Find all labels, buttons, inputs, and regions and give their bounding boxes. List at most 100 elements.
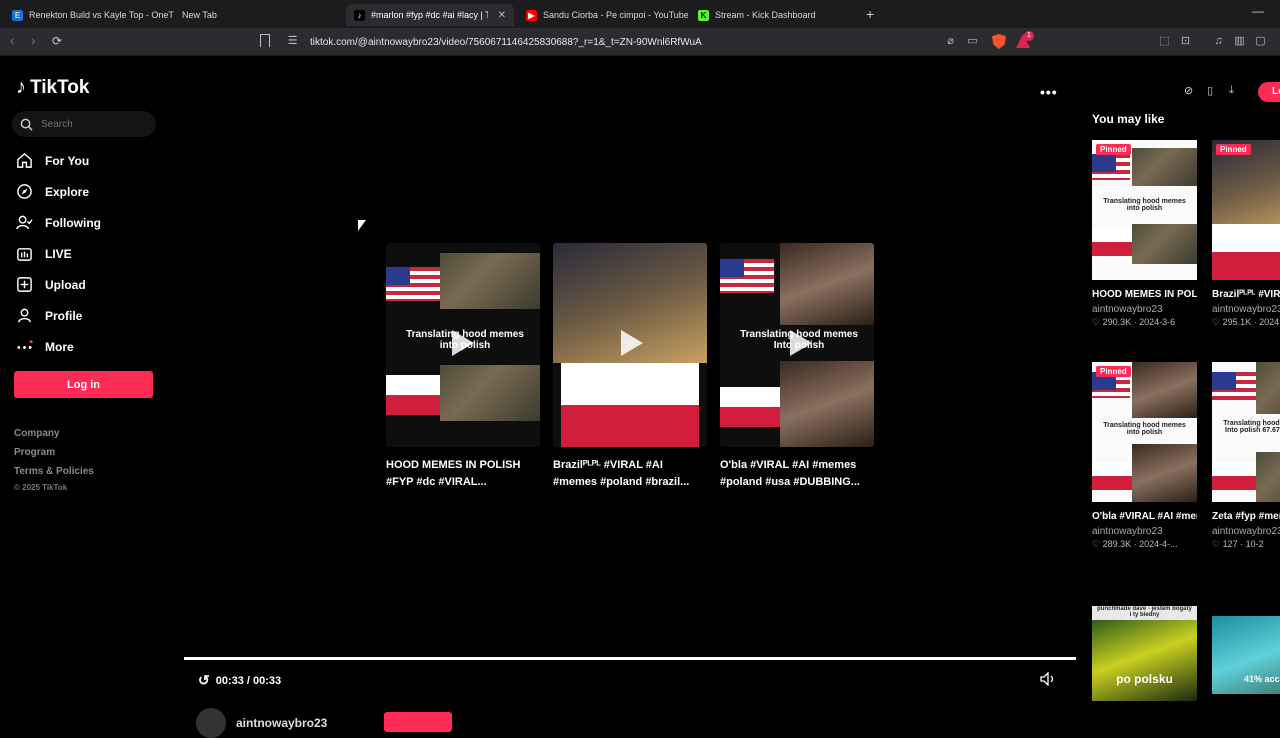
- screen-icon[interactable]: ▭: [966, 35, 979, 48]
- sidebar-item-following[interactable]: Following: [16, 214, 101, 231]
- video-title[interactable]: O'bla #VIRAL #AI #memes #poland...: [1092, 509, 1197, 525]
- sidebar-item-upload[interactable]: Upload: [16, 276, 86, 293]
- thumbnail-top-text: punchmade dave - jestem bogaty i ty bied…: [1097, 606, 1192, 618]
- end-card-video[interactable]: Translating hood memes into polish HOOD …: [386, 243, 540, 491]
- volume-icon[interactable]: [1040, 672, 1056, 686]
- poland-flag-red: [561, 405, 699, 447]
- address-bar[interactable]: ☰ tiktok.com/@aintnowaybro23/video/75606…: [280, 31, 1040, 53]
- card-title[interactable]: HOOD MEMES IN POLISH #FYP #dc #VIRAL...: [386, 457, 540, 491]
- poland-flag-white: [561, 363, 699, 405]
- browser-tab[interactable]: K Stream - Kick Dashboard: [690, 4, 860, 26]
- footer-link-company[interactable]: Company: [14, 428, 60, 439]
- footer-link-program[interactable]: Program: [14, 447, 55, 458]
- suggested-video[interactable]: punchmade dave - jestem bogaty i ty bied…: [1092, 606, 1197, 701]
- screenshot-icon[interactable]: ⊡: [1179, 35, 1192, 48]
- site-settings-icon[interactable]: ☰: [286, 35, 299, 48]
- url-text[interactable]: tiktok.com/@aintnowaybro23/video/7560671…: [310, 37, 702, 48]
- video-thumbnail[interactable]: Translating hood memes Into polish 67.67…: [1212, 362, 1280, 502]
- login-button[interactable]: Lo: [1258, 82, 1280, 102]
- back-arrow-icon[interactable]: ‹: [10, 33, 14, 48]
- card-title[interactable]: O'bla #VIRAL #AI #memes #poland #usa #DU…: [720, 457, 874, 491]
- minimize-icon[interactable]: —: [1252, 4, 1264, 18]
- reload-icon[interactable]: ⟳: [52, 34, 62, 48]
- video-thumbnail[interactable]: [553, 243, 707, 447]
- close-icon[interactable]: ✕: [498, 10, 506, 21]
- suggested-video[interactable]: 41% accu: [1212, 616, 1280, 694]
- video-author[interactable]: aintnowaybro23: [1212, 526, 1280, 537]
- card-title[interactable]: Brazilᴾᴸᴾᴸ #VIRAL #AI #memes #poland #br…: [553, 457, 707, 491]
- video-thumbnail[interactable]: Translating hood memes into polish: [386, 243, 540, 447]
- sidebar-item-for-you[interactable]: For You: [16, 152, 89, 169]
- thumbnail-photo: [1132, 444, 1197, 502]
- video-thumbnail[interactable]: punchmade dave - jestem bogaty i ty bied…: [1092, 606, 1197, 701]
- end-card-video[interactable]: Brazilᴾᴸᴾᴸ #VIRAL #AI #memes #poland #br…: [553, 243, 707, 491]
- video-author[interactable]: aintnowaybro23: [196, 708, 327, 738]
- video-author[interactable]: aintnowaybro23: [1092, 526, 1197, 537]
- bookmark-icon[interactable]: [260, 34, 270, 47]
- extensions-icon[interactable]: ⬚: [1158, 35, 1171, 48]
- sidebar-toggle-icon[interactable]: ▥: [1233, 35, 1246, 48]
- more-options-icon[interactable]: •••: [1040, 84, 1058, 100]
- suggested-video[interactable]: Translating hood memes Into polish 67.67…: [1212, 362, 1280, 550]
- video-title[interactable]: Zeta #fyp #memes #dc #zeta #ai: [1212, 509, 1280, 525]
- thumbnail-photo: [1132, 362, 1197, 418]
- thumbnail-photo: [1092, 620, 1197, 701]
- browser-tab[interactable]: New Tab: [174, 4, 344, 26]
- sidebar-item-label: Upload: [45, 277, 86, 292]
- video-progress-bar[interactable]: [184, 657, 1076, 660]
- media-icon[interactable]: ♫: [1212, 35, 1225, 48]
- tiktok-logo[interactable]: ♪ TikTok: [16, 76, 89, 99]
- author-username[interactable]: aintnowaybro23: [236, 716, 327, 730]
- new-tab-plus-icon[interactable]: +: [866, 6, 874, 22]
- search-box[interactable]: [12, 111, 156, 137]
- tab-title: Sandu Ciorba - Pe cimpoi - YouTube: [543, 10, 688, 20]
- poland-flag-icon: [720, 387, 780, 427]
- video-title[interactable]: Brazilᴾᴸᴾᴸ #VIRAL #memes #pol: [1212, 287, 1280, 303]
- sidebar-item-live[interactable]: LIVE: [16, 245, 72, 262]
- footer-link-terms[interactable]: Terms & Policies: [14, 466, 94, 477]
- follow-button[interactable]: [384, 712, 452, 732]
- video-stats: ♡ 289.3K · 2024-4-...: [1092, 539, 1178, 549]
- poland-flag-red: [1212, 252, 1280, 280]
- end-card-video[interactable]: Translating hood memes Into polish O'bla…: [720, 243, 874, 491]
- video-thumbnail[interactable]: Pinned Translating hood memes into polis…: [1092, 140, 1197, 280]
- video-thumbnail[interactable]: 41% accu: [1212, 616, 1280, 694]
- cast-off-icon[interactable]: ⌀: [944, 35, 957, 48]
- search-input[interactable]: [41, 118, 141, 130]
- thumbnail-photo: [1132, 224, 1197, 264]
- sidebar-item-more[interactable]: More: [16, 338, 74, 355]
- us-flag-icon: [1212, 372, 1256, 400]
- video-author[interactable]: aintnowaybro23: [1092, 304, 1197, 315]
- play-icon[interactable]: [452, 330, 474, 356]
- avatar[interactable]: [196, 708, 226, 738]
- play-icon[interactable]: [790, 330, 812, 356]
- live-icon: [17, 248, 32, 261]
- video-thumbnail[interactable]: Pinned Translating hood memes into polis…: [1092, 362, 1197, 502]
- suggested-video[interactable]: Pinned Translating hood memes into polis…: [1092, 362, 1197, 550]
- video-title[interactable]: HOOD MEMES IN POLISH #FYP #dc...: [1092, 287, 1197, 303]
- tiktok-note-icon: ♪: [16, 76, 26, 98]
- poland-flag-icon: [1212, 462, 1256, 490]
- forward-arrow-icon[interactable]: ›: [31, 33, 35, 48]
- browser-tab-active[interactable]: ♪ #marlon #fyp #dc #ai #lacy | Tik ✕: [346, 4, 514, 26]
- home-icon: [17, 152, 32, 168]
- sidebar-item-profile[interactable]: Profile: [16, 307, 82, 324]
- replay-icon[interactable]: ↺: [198, 672, 210, 689]
- rewards-badge: 1: [1024, 31, 1034, 41]
- video-thumbnail[interactable]: Pinned: [1212, 140, 1280, 280]
- video-thumbnail[interactable]: Translating hood memes Into polish: [720, 243, 874, 447]
- thumbnail-photo: [1256, 452, 1280, 502]
- play-icon[interactable]: [621, 330, 643, 356]
- device-icon[interactable]: ▯: [1207, 84, 1213, 97]
- sidebar-item-explore[interactable]: Explore: [16, 183, 89, 200]
- us-flag-icon: [386, 267, 440, 301]
- login-button[interactable]: Log in: [14, 371, 153, 398]
- compass-icon[interactable]: ⊘: [1184, 84, 1193, 97]
- suggested-video[interactable]: Pinned Brazilᴾᴸᴾᴸ #VIRAL #memes #pol ain…: [1212, 140, 1280, 328]
- video-author[interactable]: aintnowaybro23: [1212, 304, 1280, 315]
- browser-tab[interactable]: ▶ Sandu Ciorba - Pe cimpoi - YouTube: [518, 4, 688, 26]
- wallet-icon[interactable]: ▢: [1254, 35, 1267, 48]
- browser-tab[interactable]: E Renekton Build vs Kayle Top - OneTri: [4, 4, 174, 26]
- download-icon[interactable]: ⤓: [1229, 84, 1234, 97]
- suggested-video[interactable]: Pinned Translating hood memes into polis…: [1092, 140, 1197, 328]
